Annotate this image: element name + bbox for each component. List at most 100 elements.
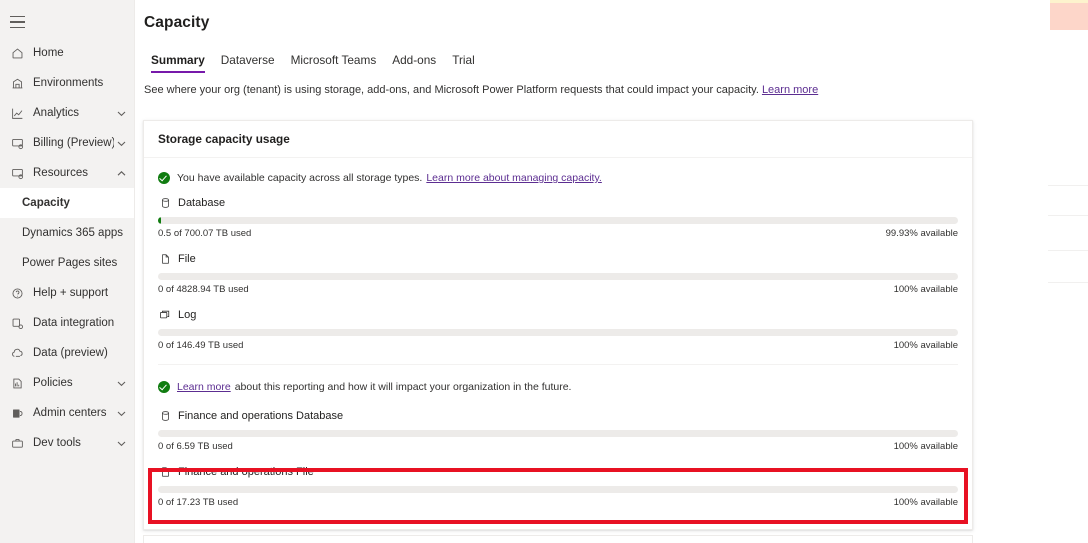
file-icon: [158, 465, 172, 479]
tab-add-ons[interactable]: Add-ons: [384, 53, 444, 73]
main-content: Capacity Summary Dataverse Microsoft Teams…: [135, 0, 1088, 543]
storage-list: Database 0.5 of 700.07 TB used 99.93% avai…: [158, 196, 958, 364]
storage-available-label: 99.93% available: [885, 228, 958, 239]
sidebar-item-label: Dev tools: [33, 437, 81, 449]
sidebar-item-label: Environments: [33, 77, 104, 89]
sidebar-item-power-pages-sites[interactable]: Power Pages sites: [0, 248, 134, 278]
sidebar-item-data-integration[interactable]: Data integration: [0, 308, 134, 338]
storage-progress-fill: [158, 217, 161, 224]
learn-more-link[interactable]: Learn more: [762, 84, 818, 96]
sidebar-item-label: Billing (Preview): [33, 137, 114, 149]
sidebar-item-admin-centers[interactable]: Admin centers: [0, 398, 134, 428]
sidebar-item-label: Data (preview): [33, 347, 108, 359]
pink-chip: [1050, 3, 1088, 30]
sidebar-item-billing-preview[interactable]: Billing (Preview): [0, 128, 134, 158]
managing-capacity-link[interactable]: Learn more about managing capacity.: [426, 172, 602, 184]
hamburger-icon[interactable]: [0, 6, 44, 38]
divider-artifact: [1048, 250, 1088, 251]
analytics-icon: [9, 105, 25, 121]
divider-artifact: [1048, 282, 1088, 283]
chevron-up-icon[interactable]: [114, 169, 128, 178]
card-title: Storage capacity usage: [144, 121, 972, 158]
sidebar-item-help-support[interactable]: Help + support: [0, 278, 134, 308]
tab-dataverse[interactable]: Dataverse: [213, 53, 283, 73]
storage-labels: 0.5 of 700.07 TB used 99.93% available: [158, 228, 958, 239]
storage-row: Finance and operations File 0 of 17.23 TB…: [158, 465, 958, 521]
storage-used-label: 0 of 146.49 TB used: [158, 340, 244, 351]
capacity-status-message: You have available capacity across all s…: [158, 158, 958, 196]
home-icon: [9, 45, 25, 61]
storage-title: Finance and operations File: [158, 465, 958, 479]
storage-available-label: 100% available: [893, 441, 958, 452]
sidebar-item-dev-tools[interactable]: Dev tools: [0, 428, 134, 458]
tab-microsoft-teams[interactable]: Microsoft Teams: [283, 53, 385, 73]
storage-title: Finance and operations Database: [158, 409, 958, 423]
chevron-down-icon[interactable]: [114, 439, 128, 448]
success-check-icon: [158, 381, 170, 393]
storage-progress-bar: [158, 430, 958, 437]
storage-row: File 0 of 4828.94 TB used 100% available: [158, 252, 958, 308]
sidebar-item-environments[interactable]: Environments: [0, 68, 134, 98]
storage-used-label: 0 of 4828.94 TB used: [158, 284, 249, 295]
page-description-text: See where your org (tenant) is using sto…: [144, 84, 759, 96]
page-title: Capacity: [144, 14, 210, 31]
storage-available-label: 100% available: [893, 497, 958, 508]
sidebar-item-label: Capacity: [22, 197, 70, 209]
sidebar-item-label: Data integration: [33, 317, 115, 329]
dev-tools-icon: [9, 435, 25, 451]
success-check-icon: [158, 172, 170, 184]
status-message-text: You have available capacity across all s…: [177, 172, 423, 184]
storage-progress-bar: [158, 217, 958, 224]
divider-artifact: [1048, 215, 1088, 216]
data-integration-icon: [9, 315, 25, 331]
sidebar-item-label: Power Pages sites: [22, 257, 118, 269]
storage-name: Finance and operations File: [178, 466, 314, 478]
divider-artifact: [1048, 185, 1088, 186]
help-icon: [9, 285, 25, 301]
storage-available-label: 100% available: [893, 340, 958, 351]
storage-capacity-card: Storage capacity usage You have availabl…: [143, 120, 973, 530]
card-body: You have available capacity across all s…: [144, 158, 972, 529]
billing-icon: [9, 135, 25, 151]
sidebar-item-label: Home: [33, 47, 64, 59]
chevron-down-icon[interactable]: [114, 139, 128, 148]
storage-labels: 0 of 17.23 TB used 100% available: [158, 497, 958, 508]
sidebar-item-capacity[interactable]: Capacity: [0, 188, 134, 218]
sidebar-item-dynamics-365-apps[interactable]: Dynamics 365 apps: [0, 218, 134, 248]
sidebar-item-resources[interactable]: Resources: [0, 158, 134, 188]
sidebar-item-label: Policies: [33, 377, 73, 389]
sidebar-item-policies[interactable]: Policies: [0, 368, 134, 398]
policies-icon: [9, 375, 25, 391]
sidebar-item-home[interactable]: Home: [0, 38, 134, 68]
storage-list-finance-operations: Finance and operations Database 0 of 6.59…: [158, 409, 958, 521]
storage-name: Log: [178, 309, 197, 321]
admin-centers-icon: [9, 405, 25, 421]
storage-name: Finance and operations Database: [178, 410, 344, 422]
log-icon: [158, 308, 172, 322]
reporting-learn-more-link[interactable]: Learn more: [177, 381, 231, 393]
storage-labels: 0 of 6.59 TB used 100% available: [158, 441, 958, 452]
sidebar-item-analytics[interactable]: Analytics: [0, 98, 134, 128]
chevron-down-icon[interactable]: [114, 409, 128, 418]
sidebar-item-label: Help + support: [33, 287, 109, 299]
storage-labels: 0 of 146.49 TB used 100% available: [158, 340, 958, 351]
storage-title: Database: [158, 196, 958, 210]
storage-title: Log: [158, 308, 958, 322]
storage-available-label: 100% available: [893, 284, 958, 295]
reporting-info-message: Learn more about this reporting and how …: [158, 364, 958, 409]
chevron-down-icon[interactable]: [114, 109, 128, 118]
data-preview-icon: [9, 345, 25, 361]
storage-row: Log 0 of 146.49 TB used 100% available: [158, 308, 958, 364]
sidebar-item-label: Admin centers: [33, 407, 107, 419]
chevron-down-icon[interactable]: [114, 379, 128, 388]
storage-used-label: 0 of 17.23 TB used: [158, 497, 239, 508]
storage-progress-bar: [158, 329, 958, 336]
tab-trial[interactable]: Trial: [444, 53, 483, 73]
database-icon: [158, 196, 172, 210]
next-card-partial: [143, 535, 973, 543]
sidebar-item-data-preview[interactable]: Data (preview): [0, 338, 134, 368]
tab-summary[interactable]: Summary: [143, 53, 213, 73]
resources-icon: [9, 165, 25, 181]
capacity-page: Home Environments Analytics Billing (Previe…: [0, 0, 1088, 543]
reporting-info-text: about this reporting and how it will imp…: [234, 381, 572, 393]
